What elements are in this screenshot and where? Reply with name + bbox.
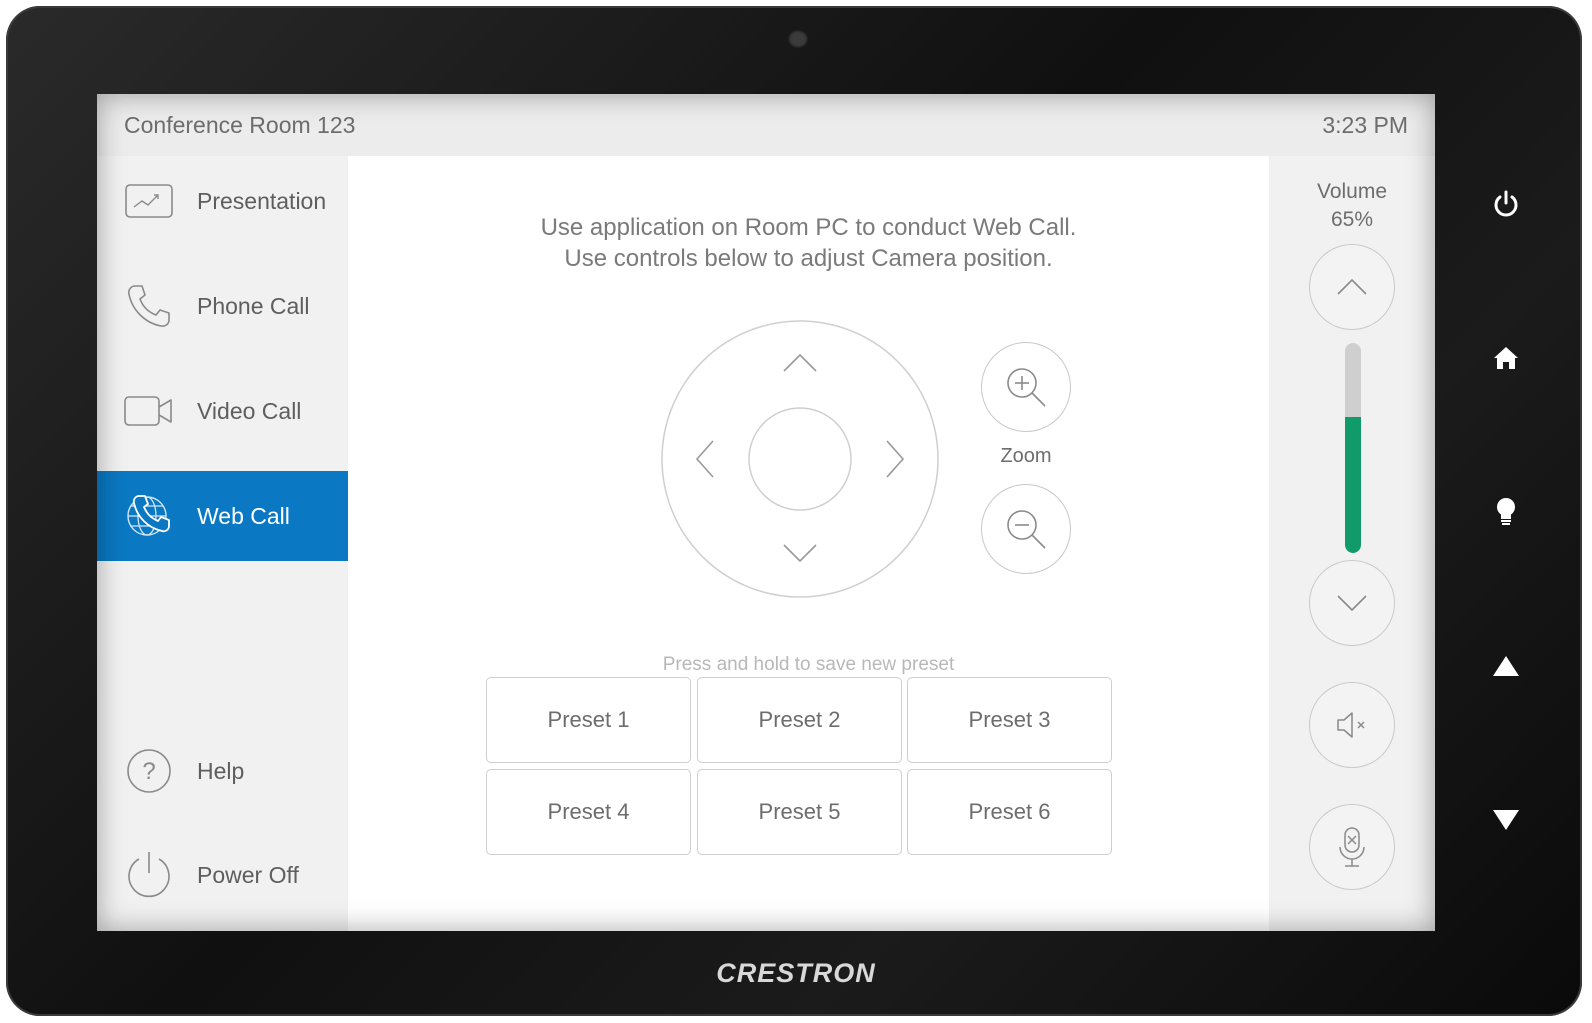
touch-screen: Conference Room 123 3:23 PM Presentation… [97, 94, 1435, 931]
sidebar-item-label: Presentation [197, 187, 327, 214]
camera-center-button[interactable] [748, 407, 852, 511]
front-camera [788, 30, 808, 48]
camera-up-button[interactable] [760, 339, 840, 399]
preset-5-button[interactable]: Preset 5 [697, 769, 902, 855]
sidebar-item-label: Power Off [197, 861, 299, 888]
globe-phone-icon [123, 490, 175, 542]
camera-down-button[interactable] [760, 519, 840, 579]
video-camera-icon [123, 385, 175, 437]
home-icon [1494, 347, 1518, 369]
mute-button[interactable] [1309, 682, 1395, 768]
mic-mute-icon [1339, 827, 1365, 867]
instructions: Use application on Room PC to conduct We… [348, 212, 1269, 274]
power-icon [1494, 190, 1518, 217]
camera-right-button[interactable] [860, 419, 920, 499]
zoom-label: Zoom [1000, 445, 1052, 467]
zoom-in-icon [1007, 368, 1046, 407]
power-icon [123, 849, 175, 901]
sidebar-item-presentation[interactable]: Presentation [97, 156, 348, 246]
camera-left-button[interactable] [680, 419, 740, 499]
presentation-icon [123, 175, 175, 227]
sidebar-item-web-call[interactable]: Web Call [97, 471, 348, 561]
volume-title: Volume [1316, 180, 1388, 203]
svg-text:?: ? [142, 758, 155, 785]
main-panel: Use application on Room PC to conduct We… [348, 156, 1269, 931]
hardware-down-button[interactable] [1486, 800, 1526, 840]
preset-3-button[interactable]: Preset 3 [907, 677, 1112, 763]
hardware-light-button[interactable] [1486, 492, 1526, 532]
chevron-down-icon [1337, 595, 1367, 612]
speaker-mute-icon [1337, 712, 1365, 738]
triangle-down-icon [1493, 810, 1519, 830]
hardware-power-button[interactable] [1486, 184, 1526, 224]
sidebar-item-label: Phone Call [197, 292, 310, 319]
room-name: Conference Room 123 [124, 112, 356, 138]
sidebar-item-video-call[interactable]: Video Call [97, 366, 348, 456]
preset-2-button[interactable]: Preset 2 [697, 677, 902, 763]
volume-slider-fill [1345, 416, 1361, 553]
clock: 3:23 PM [1322, 112, 1408, 138]
zoom-out-button[interactable] [981, 484, 1071, 574]
sidebar-item-label: Video Call [197, 397, 302, 424]
top-bar: Conference Room 123 3:23 PM [97, 94, 1435, 156]
sidebar-item-phone-call[interactable]: Phone Call [97, 261, 348, 351]
mic-mute-button[interactable] [1309, 804, 1395, 890]
volume-up-button[interactable] [1309, 244, 1395, 330]
sidebar-item-label: Help [197, 757, 245, 784]
chevron-up-icon [1337, 278, 1367, 295]
preset-1-button[interactable]: Preset 1 [486, 677, 691, 763]
preset-6-button[interactable]: Preset 6 [907, 769, 1112, 855]
sidebar-item-help[interactable]: ? Help [97, 726, 348, 816]
preset-hint: Press and hold to save new preset [662, 654, 955, 675]
hardware-buttons [1486, 0, 1526, 1023]
hardware-up-button[interactable] [1486, 646, 1526, 686]
preset-4-button[interactable]: Preset 4 [486, 769, 691, 855]
triangle-up-icon [1493, 656, 1519, 676]
zoom-out-icon [1007, 510, 1046, 549]
preset-grid: Preset 1 Preset 2 Preset 3 Preset 4 Pres… [486, 677, 1116, 859]
volume-level: 65% [1330, 208, 1374, 231]
hardware-home-button[interactable] [1486, 338, 1526, 378]
instruction-line: Use controls below to adjust Camera posi… [564, 245, 1053, 272]
instruction-line: Use application on Room PC to conduct We… [540, 214, 1077, 241]
volume-label: Volume 65% [1269, 178, 1435, 234]
phone-icon [123, 280, 175, 332]
brand-logo: CRESTRON [716, 958, 876, 988]
zoom-in-button[interactable] [981, 342, 1071, 432]
volume-down-button[interactable] [1309, 560, 1395, 646]
sidebar-item-power-off[interactable]: Power Off [97, 830, 348, 920]
light-bulb-icon [1497, 498, 1515, 525]
volume-slider[interactable] [1345, 343, 1361, 553]
help-icon: ? [123, 745, 175, 797]
sidebar-item-label: Web Call [197, 502, 290, 529]
volume-panel: Volume 65% [1269, 156, 1435, 931]
sidebar: Presentation Phone Call Video Call Web C… [97, 156, 348, 931]
camera-dpad [660, 319, 940, 599]
